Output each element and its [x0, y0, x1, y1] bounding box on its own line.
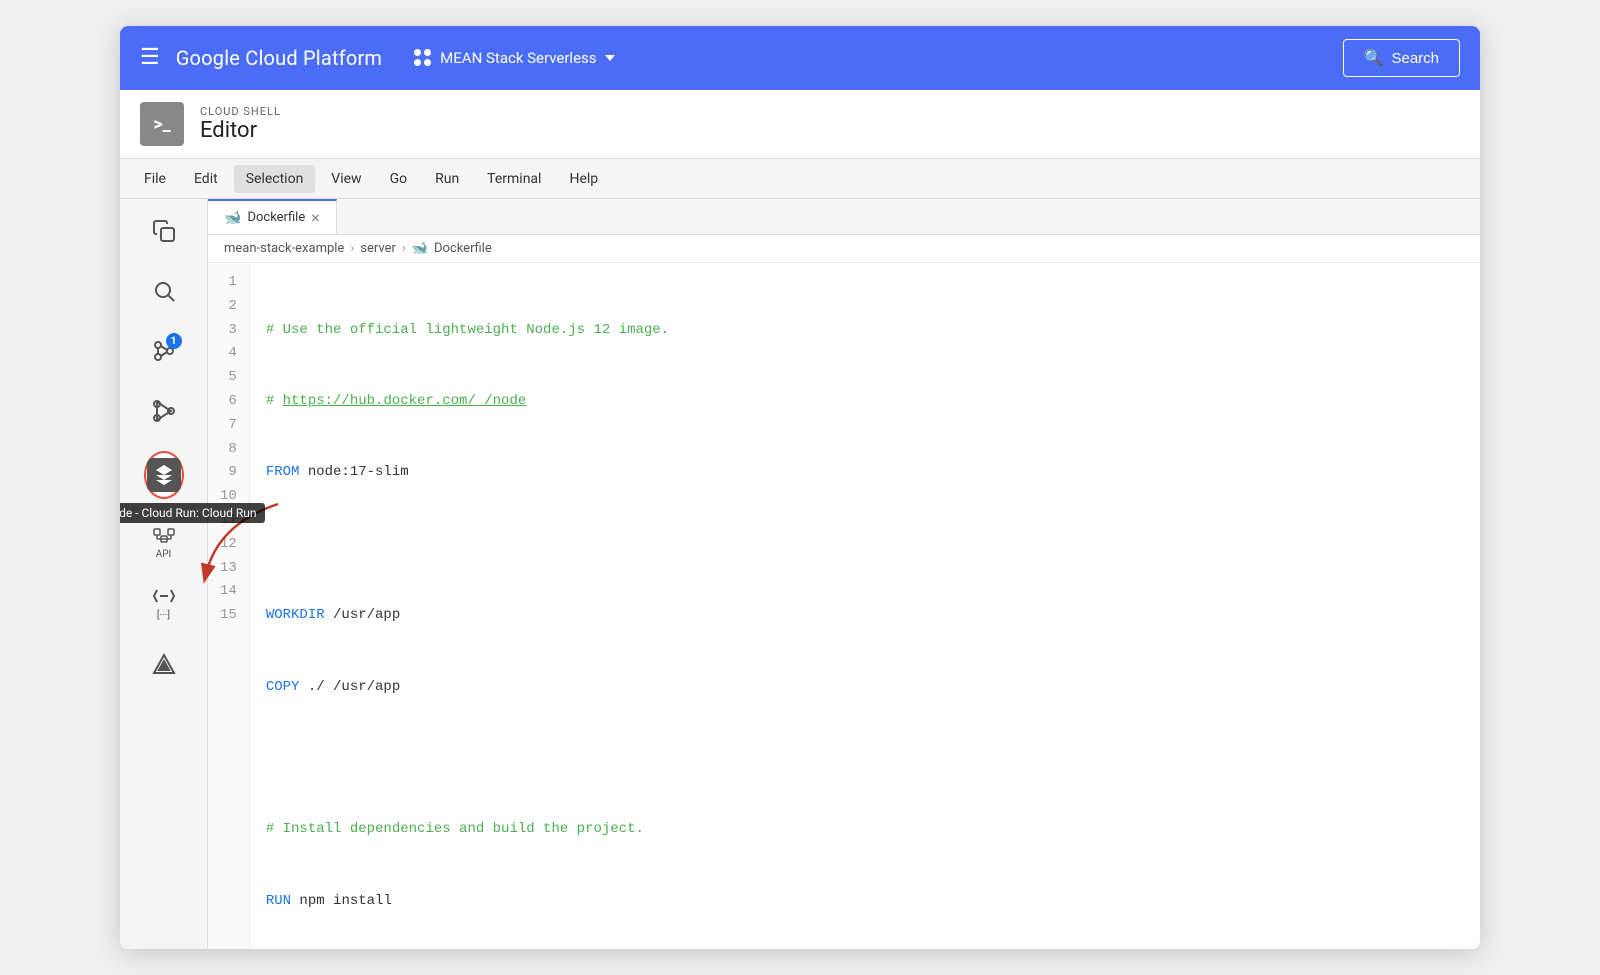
tab-label: Dockerfile	[247, 210, 305, 225]
breadcrumb-sep-1: ›	[350, 241, 354, 256]
editor-container: 1 Cloud	[120, 199, 1480, 949]
menu-view[interactable]: View	[319, 165, 373, 193]
search-icon: 🔍	[1364, 48, 1384, 68]
copy-icon[interactable]	[144, 211, 184, 251]
menu-selection[interactable]: Selection	[234, 165, 316, 193]
cloud-run-icon[interactable]: Cloud Code - Cloud Run: Cloud Run	[144, 455, 184, 495]
menu-run[interactable]: Run	[423, 165, 471, 193]
code-line-1: # Use the official lightweight Node.js 1…	[266, 319, 1464, 343]
code-content: # Use the official lightweight Node.js 1…	[250, 263, 1480, 949]
chevron-down-icon	[605, 55, 615, 61]
menu-go[interactable]: Go	[378, 165, 420, 193]
source-control-icon[interactable]: 1	[144, 331, 184, 371]
cloud-shell-icon: >_	[140, 102, 184, 146]
search-sidebar-icon[interactable]	[144, 271, 184, 311]
sub-header-text: CLOUD SHELL Editor	[200, 105, 281, 143]
menu-terminal[interactable]: Terminal	[475, 165, 553, 193]
cloud-run-inner	[147, 458, 181, 492]
deploy-icon[interactable]	[144, 645, 184, 685]
tab-bar: 🐋 Dockerfile ×	[208, 199, 1480, 235]
breadcrumb-docker-icon: 🐋	[412, 241, 428, 256]
brackets-icon[interactable]: [···]	[144, 584, 184, 621]
breadcrumb-sep-2: ›	[402, 241, 406, 256]
breadcrumb-part-2: server	[360, 241, 396, 256]
breadcrumb-part-1: mean-stack-example	[224, 241, 344, 256]
menu-help[interactable]: Help	[557, 165, 610, 193]
menu-edit[interactable]: Edit	[182, 165, 230, 193]
line-numbers: 12345 678910 1112131415	[208, 263, 250, 949]
section-label: CLOUD SHELL	[200, 105, 281, 118]
sidebar: 1 Cloud	[120, 199, 208, 949]
code-line-5: WORKDIR /usr/app	[266, 604, 1464, 628]
hamburger-icon[interactable]: ☰	[140, 47, 160, 69]
editor-title: Editor	[200, 118, 281, 143]
top-bar: ☰ Google Cloud Platform MEAN Stack Serve…	[120, 26, 1480, 90]
menu-bar: File Edit Selection View Go Run Terminal…	[120, 159, 1480, 199]
code-area[interactable]: 12345 678910 1112131415 # Use the offici…	[208, 263, 1480, 949]
docker-icon: 🐋	[224, 210, 241, 226]
project-name: MEAN Stack Serverless	[440, 49, 596, 67]
code-line-2: # https://hub.docker.com/_/node	[266, 390, 1464, 414]
search-label: Search	[1391, 50, 1439, 67]
cloud-run-circle	[144, 451, 184, 499]
dockerfile-tab[interactable]: 🐋 Dockerfile ×	[208, 199, 337, 234]
brackets-label: [···]	[157, 610, 170, 621]
code-line-7	[266, 747, 1464, 771]
breadcrumb-part-3: Dockerfile	[434, 241, 492, 256]
editor-main: 🐋 Dockerfile × mean-stack-example › serv…	[208, 199, 1480, 949]
api-icon[interactable]: API	[144, 523, 184, 560]
code-line-9: RUN npm install	[266, 890, 1464, 914]
code-line-3: FROM node:17-slim	[266, 461, 1464, 485]
api-label: API	[156, 549, 172, 560]
source-control-badge: 1	[166, 333, 182, 349]
code-line-8: # Install dependencies and build the pro…	[266, 818, 1464, 842]
code-line-6: COPY ./ /usr/app	[266, 676, 1464, 700]
code-line-4	[266, 533, 1464, 557]
run-debug-icon[interactable]	[144, 391, 184, 431]
main-window: ☰ Google Cloud Platform MEAN Stack Serve…	[120, 26, 1480, 949]
search-button[interactable]: 🔍 Search	[1343, 39, 1460, 77]
project-grid-icon	[414, 49, 432, 67]
menu-file[interactable]: File	[132, 165, 178, 193]
breadcrumb: mean-stack-example › server › 🐋 Dockerfi…	[208, 235, 1480, 263]
sub-header: >_ CLOUD SHELL Editor	[120, 90, 1480, 159]
project-selector[interactable]: MEAN Stack Serverless	[414, 49, 614, 67]
app-title: Google Cloud Platform	[176, 46, 382, 70]
tab-close-icon[interactable]: ×	[311, 210, 320, 226]
